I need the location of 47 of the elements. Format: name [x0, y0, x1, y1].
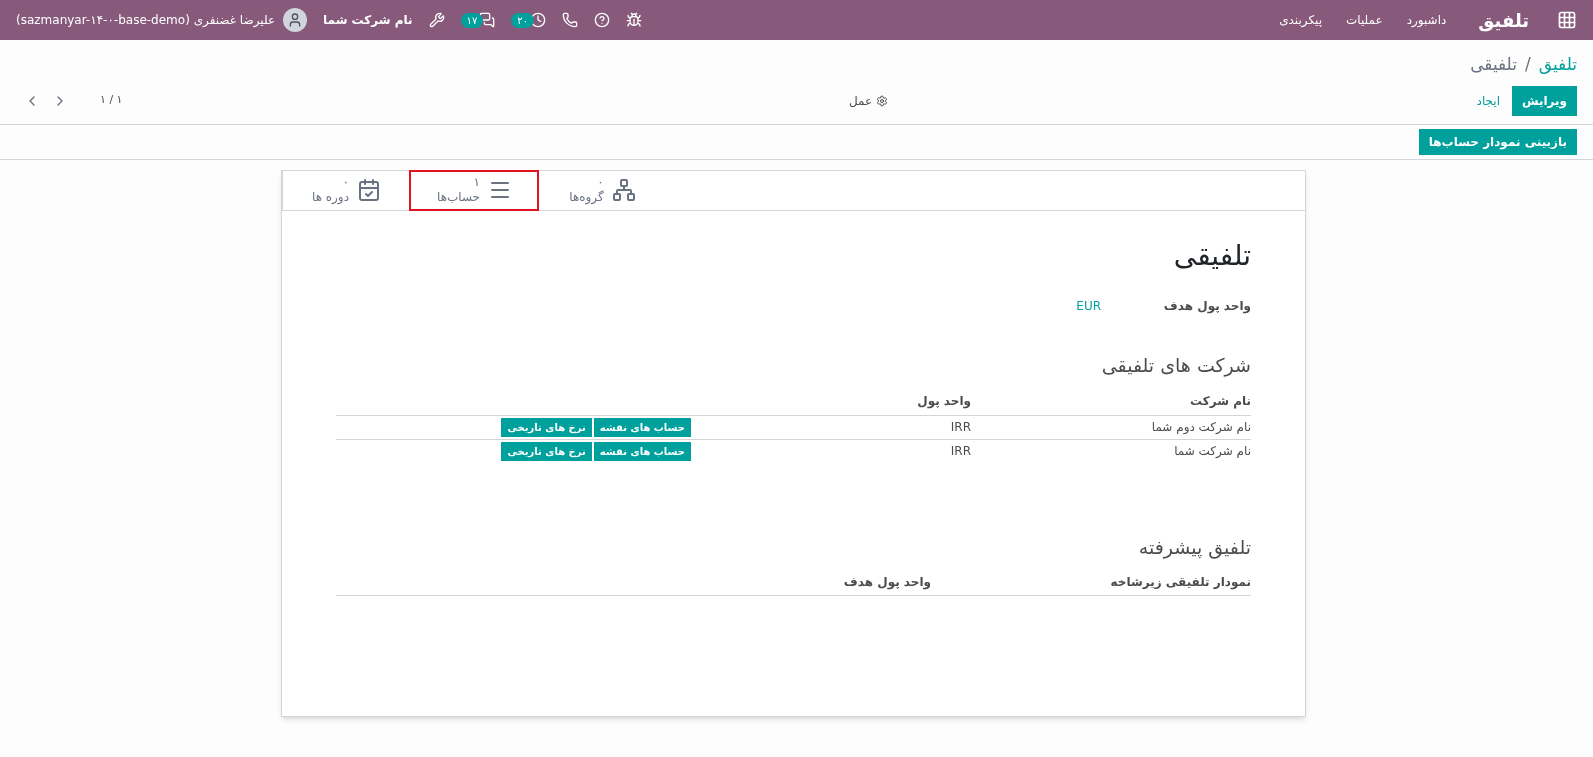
hierarchy-icon — [611, 178, 636, 202]
chat-icon[interactable] — [479, 12, 496, 28]
column-header[interactable]: واحد پول — [691, 387, 971, 415]
breadcrumb-current: تلفیقی — [1470, 53, 1517, 76]
field-label: واحد پول هدف — [1162, 297, 1251, 315]
phone-icon[interactable] — [562, 12, 579, 28]
bug-icon[interactable] — [626, 12, 643, 28]
stat-button[interactable]: ۰ گروه‌ها — [538, 170, 666, 210]
table-cell: نام شرکت شما — [971, 439, 1251, 463]
company-switcher[interactable]: نام شرکت شما — [323, 11, 413, 29]
stat-button[interactable]: ۱ حساب‌ها — [410, 170, 538, 210]
tools-icon[interactable] — [428, 12, 445, 28]
message-badge: ۱۷ — [460, 12, 484, 28]
stat-button[interactable]: ۰ دوره ها — [282, 170, 410, 210]
edit-button[interactable]: ویرایش — [1512, 85, 1577, 116]
app-name[interactable]: تلفیق — [1478, 6, 1529, 34]
column-header[interactable]: نمودار تلفیقی زیرشاخه — [931, 569, 1251, 596]
clock-icon[interactable] — [530, 12, 547, 28]
menu-item[interactable]: داشبورد — [1406, 11, 1447, 29]
user-menu[interactable]: علیرضا غضنفری (sazmanyar-۱۴-۰-base-demo) — [16, 11, 276, 29]
column-header[interactable]: نام شرکت — [971, 387, 1251, 415]
review-chart-button[interactable]: بازبینی نمودار حساب‌ها — [1418, 128, 1577, 155]
row-action-button[interactable]: نرخ های تاریخی — [501, 417, 592, 437]
activity-badge: ۲۰ — [511, 12, 535, 28]
currency-link[interactable]: EUR — [1076, 296, 1101, 315]
table-cell: IRR — [691, 439, 971, 463]
table-cell: نام شرکت دوم شما — [971, 415, 1251, 439]
table-cell: IRR — [691, 415, 971, 439]
row-action-button[interactable]: حساب های نقشه — [593, 441, 691, 461]
column-header[interactable]: واحد پول هدف — [611, 569, 931, 596]
create-button[interactable]: ایجاد — [1464, 85, 1512, 116]
row-action-button[interactable]: حساب های نقشه — [593, 417, 691, 437]
pager-value: ۱ / ۱ — [100, 92, 123, 109]
breadcrumb-link[interactable]: تلفیق — [1538, 52, 1577, 78]
record-title: تلفیقی — [1172, 237, 1251, 274]
section-heading: شرکت های تلفیقی — [1100, 352, 1251, 379]
row-action-button[interactable]: نرخ های تاریخی — [501, 441, 592, 461]
breadcrumb-separator: / — [1525, 53, 1531, 76]
apps-menu-icon[interactable] — [1557, 10, 1577, 30]
action-menu[interactable]: عمل — [848, 91, 889, 110]
menu-item[interactable]: عملیات — [1346, 11, 1383, 29]
help-icon[interactable] — [594, 12, 611, 28]
avatar — [283, 8, 308, 32]
calendar-icon — [357, 178, 381, 202]
gear-icon — [876, 94, 889, 107]
menu-item[interactable]: پیکربندی — [1279, 11, 1322, 29]
section-heading: تلفیق پیشرفته — [1137, 535, 1251, 561]
